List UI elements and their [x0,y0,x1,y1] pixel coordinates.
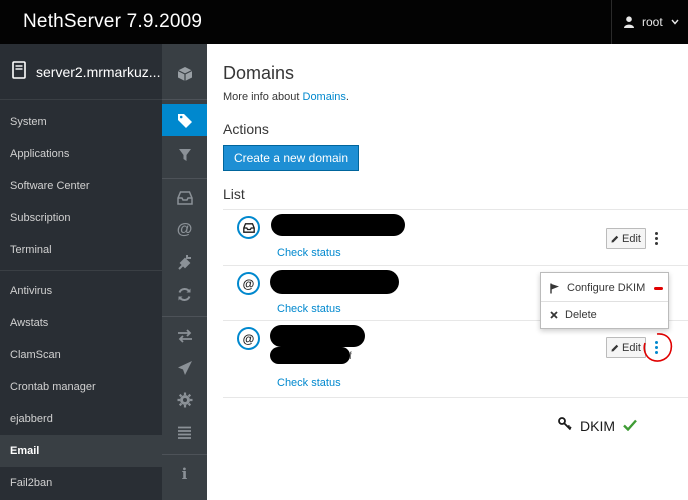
redacted-domain [270,347,350,364]
edit-label: Edit [622,232,641,245]
list-heading: List [223,186,245,202]
configure-dkim-label: Configure DKIM [567,282,646,294]
check-status-link[interactable]: Check status [277,247,341,259]
domain-row: Check status Edit [223,209,688,265]
info-suffix: . [345,91,349,103]
delete-menu-item[interactable]: Delete [541,302,668,328]
actions-heading: Actions [223,121,269,137]
refresh-icon[interactable] [162,278,207,310]
sidebar-item-antivirus[interactable]: Antivirus [0,275,162,307]
sidebar-item-clamscan[interactable]: ClamScan [0,339,162,371]
at-icon: @ [237,327,260,350]
configure-dkim-menu-item[interactable]: Configure DKIM [541,275,668,301]
tag-icon[interactable] [162,104,207,136]
key-icon [558,417,572,434]
info-prefix: More info about [223,91,300,103]
filter-icon[interactable] [162,139,207,171]
page-title: Domains [223,63,295,83]
pencil-icon [611,344,619,351]
close-icon [550,311,558,319]
edit-button[interactable]: Edit [606,228,646,249]
plug-icon[interactable] [162,246,207,278]
domains-link[interactable]: Domains [303,91,346,103]
at-icon: @ [237,272,260,295]
rail-divider [162,178,207,179]
flag-icon [550,283,559,293]
edit-label: Edit [622,341,641,354]
chevron-down-icon [671,19,679,25]
info-icon[interactable]: i [162,458,207,490]
domain-text-fragment: f [349,351,352,362]
sidebar-item-system[interactable]: System [0,106,162,138]
user-menu[interactable]: root [611,0,688,44]
edit-button[interactable]: Edit [606,337,646,358]
sidebar-item-terminal[interactable]: Terminal [0,234,162,266]
paper-plane-icon[interactable] [162,352,207,384]
user-icon [624,16,634,28]
server-name: server2.mrmarkuz.... [36,63,160,80]
rail-divider [162,454,207,455]
sidebar-item-subscription[interactable]: Subscription [0,202,162,234]
annotation-circle [643,333,673,362]
sidebar-item-ejabberd[interactable]: ejabberd [0,403,162,435]
redacted-domain [270,270,399,294]
domain-row: @ f Check status Edit [223,320,688,398]
check-status-link[interactable]: Check status [277,377,341,389]
pencil-icon [611,235,619,242]
dkim-status: DKIM [558,417,637,434]
user-name: root [642,15,663,29]
redacted-domain [271,214,405,236]
icon-rail: @ i [162,44,207,500]
redacted-domain [270,325,365,347]
checkmark-icon [623,418,637,434]
annotation-dash [654,286,664,290]
sidebar-item-fail2ban[interactable]: Fail2ban [0,467,162,499]
info-text: More info about Domains. [223,91,349,103]
sidebar-item-software-center[interactable]: Software Center [0,170,162,202]
brand-title: NethServer 7.9.2009 [23,11,203,32]
list-icon[interactable] [162,416,207,448]
check-status-link[interactable]: Check status [277,303,341,315]
create-domain-button[interactable]: Create a new domain [223,145,359,171]
cube-icon[interactable] [162,48,207,100]
exchange-icon[interactable] [162,320,207,352]
sidebar-divider [0,270,162,271]
server-header[interactable]: server2.mrmarkuz.... [0,44,162,100]
dkim-label: DKIM [580,417,615,434]
rail-divider [162,316,207,317]
row-actions-dropdown: Configure DKIM Delete [540,272,669,329]
server-icon [12,61,26,82]
sidebar-item-email[interactable]: Email [0,435,162,467]
top-navbar: NethServer 7.9.2009 root [0,0,688,44]
sidebar-item-awstats[interactable]: Awstats [0,307,162,339]
sidebar-item-crontab-manager[interactable]: Crontab manager [0,371,162,403]
sidebar-item-applications[interactable]: Applications [0,138,162,170]
delete-label: Delete [565,309,597,321]
kebab-menu-button[interactable] [650,228,662,248]
inbox-icon[interactable] [162,182,207,214]
at-icon[interactable]: @ [162,214,207,246]
cog-icon[interactable] [162,384,207,416]
sidebar: server2.mrmarkuz.... System Applications… [0,44,162,500]
inbox-icon [237,216,260,239]
